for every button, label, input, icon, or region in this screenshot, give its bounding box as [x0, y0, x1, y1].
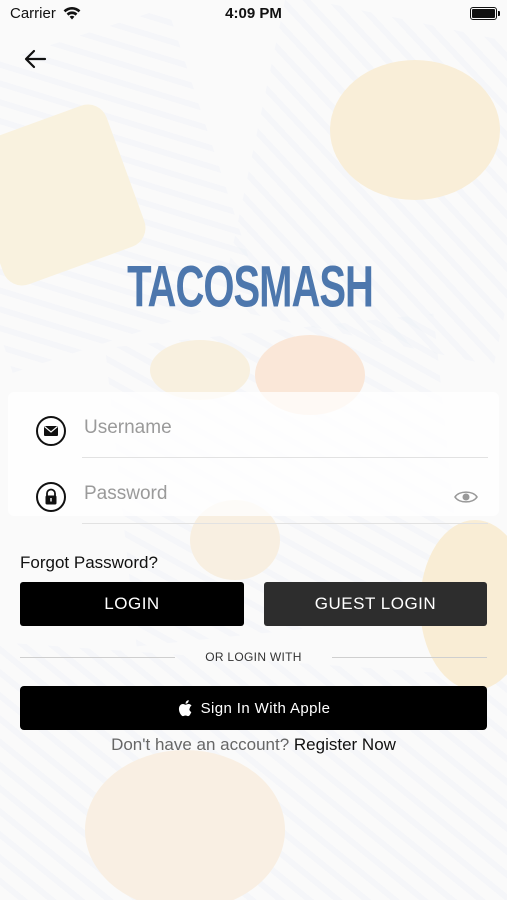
register-now-link[interactable]: Register Now: [294, 735, 396, 754]
lock-icon: [36, 482, 66, 512]
battery-icon: [470, 7, 500, 20]
eye-icon[interactable]: [454, 489, 478, 505]
tacosmash-logo: TACOSMASH: [127, 250, 374, 326]
mail-icon: [36, 416, 66, 446]
apple-icon: [178, 700, 192, 717]
password-field: [36, 472, 488, 524]
guest-login-button[interactable]: GUEST LOGIN: [264, 582, 487, 626]
username-field: [36, 406, 488, 458]
register-prompt: Don't have an account? Register Now: [0, 735, 507, 755]
or-login-with-divider: OR LOGIN WITH: [20, 648, 487, 668]
logo-text: TACOSMASH: [127, 255, 374, 320]
username-input[interactable]: [82, 412, 446, 444]
back-arrow-icon[interactable]: [20, 44, 50, 74]
login-form: [8, 392, 499, 524]
apple-button-label: Sign In With Apple: [200, 699, 331, 717]
forgot-password-link[interactable]: Forgot Password?: [20, 553, 158, 573]
clock: 4:09 PM: [225, 5, 282, 22]
login-button[interactable]: LOGIN: [20, 582, 244, 626]
sign-in-with-apple-button[interactable]: Sign In With Apple: [20, 686, 487, 730]
password-input[interactable]: [82, 478, 446, 510]
status-bar: Carrier 4:09 PM: [0, 0, 507, 28]
register-question: Don't have an account?: [111, 735, 290, 754]
